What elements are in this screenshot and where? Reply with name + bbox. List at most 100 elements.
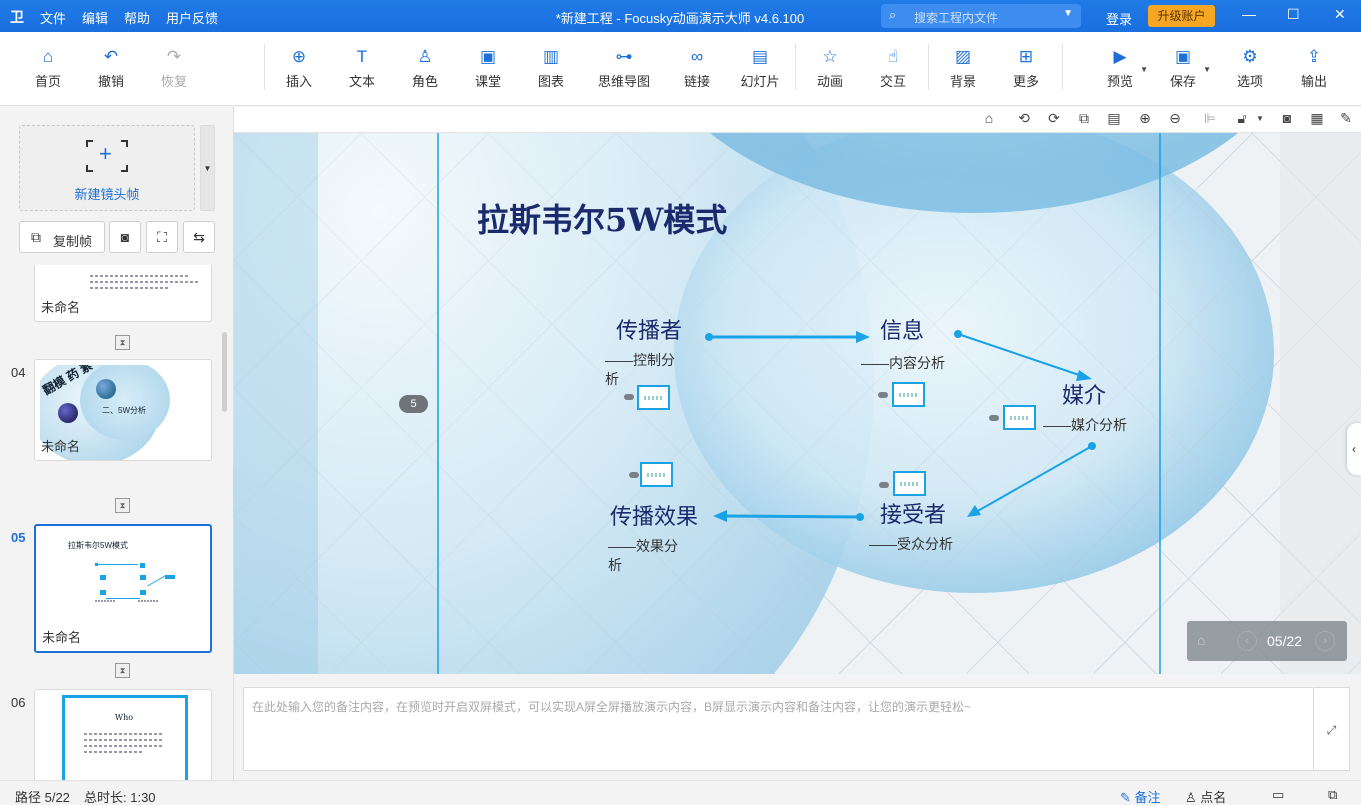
align-icon[interactable]: ⊫ [1200, 110, 1220, 127]
toolbar-mindmap-button[interactable]: ⊶ 思维导图 [594, 46, 654, 90]
toolbar-redo-button[interactable]: ↷ 恢复 [144, 46, 204, 90]
toolbar-insert-button[interactable]: ⊕ 插入 [269, 46, 329, 90]
lock-icon[interactable]: 🔓︎ [1232, 110, 1252, 127]
new-frame-dropdown[interactable]: ▼ [200, 125, 215, 211]
rollcall-button[interactable]: ♙ 点名 [1185, 787, 1226, 805]
mindmap-icon: ⊶ [615, 47, 633, 66]
notes-input[interactable]: 在此处输入您的备注内容，在预览时开启双屏模式，可以实现A屏全屏播放演示内容，B屏… [243, 687, 1314, 771]
settings-icon[interactable]: ▦ [1307, 110, 1327, 127]
thumb-caption: 二、5W分析 [102, 406, 146, 415]
toolbar-animation-button[interactable]: ☆ 动画 [800, 46, 860, 90]
menu-help[interactable]: 帮助 [124, 8, 150, 27]
popout-icon[interactable]: ⧉ [1328, 787, 1337, 803]
chevron-down-icon[interactable]: ▼ [1203, 65, 1211, 74]
paste-icon[interactable]: ▤ [1104, 110, 1124, 127]
mini-label [624, 394, 634, 400]
node-message-sub[interactable]: ——内容分析 [861, 354, 945, 373]
node-effect-sub-line1: ——效果分 [608, 538, 678, 554]
toolbar-more-button[interactable]: ⊞ 更多 [996, 46, 1056, 90]
menu-file[interactable]: 文件 [40, 8, 66, 27]
node-effect-sub[interactable]: ——效果分 析 [608, 537, 678, 575]
frame-thumb[interactable]: 未命名 [34, 265, 212, 322]
copy-frame-button[interactable]: ⧉ 复制帧 [19, 221, 105, 253]
slide-title[interactable]: 拉斯韦尔5W模式 [477, 195, 727, 241]
camera-button[interactable]: ◙ [109, 221, 141, 253]
home-icon[interactable]: ⌂ [1197, 632, 1213, 648]
rotate-left-icon[interactable]: ⟲ [1014, 110, 1034, 127]
toolbar-home-button[interactable]: ⌂ 首页 [18, 46, 78, 90]
toolbar-undo-button[interactable]: ↶ 撤销 [81, 46, 141, 90]
mini-thumbnail[interactable] [640, 462, 673, 487]
frame-name: 未命名 [41, 300, 81, 315]
zoom-in-icon[interactable]: ⊕ [1135, 110, 1155, 127]
toolbar-label: 首页 [34, 74, 61, 89]
collapse-right-panel-button[interactable]: ‹ [1347, 423, 1361, 475]
switch-button[interactable]: ⇆ [183, 221, 215, 253]
search-box[interactable]: ⌕ 搜索工程内文件 ▼ [881, 4, 1081, 28]
chevron-down-icon[interactable]: ▼ [1063, 8, 1073, 19]
canvas-stage[interactable]: 拉斯韦尔5W模式 5 传播者 ——控制分 析 信息 ——内容分析 媒介 ——媒介… [234, 133, 1361, 674]
toolbar-options-button[interactable]: ⚙ 选项 [1220, 46, 1280, 90]
node-medium[interactable]: 媒介 [1062, 378, 1106, 410]
expand-notes-button[interactable]: ⤢ [1314, 687, 1350, 771]
edit-icon[interactable]: ✎ [1336, 110, 1356, 127]
node-receiver-sub[interactable]: ——受众分析 [869, 535, 953, 554]
node-message[interactable]: 信息 [880, 313, 924, 345]
node-effect[interactable]: 传播效果 [610, 499, 698, 531]
fit-frame-button[interactable]: ⛶ [146, 221, 178, 253]
menu-edit[interactable]: 编辑 [82, 8, 108, 27]
home-view-icon[interactable]: ⌂ [979, 110, 999, 126]
presentation-nav: ⌂ ‹ 05/22 › [1187, 621, 1347, 661]
chevron-down-icon[interactable]: ▼ [1250, 114, 1270, 123]
zoom-out-icon[interactable]: ⊖ [1165, 110, 1185, 127]
toolbar-export-button[interactable]: ⇪ 输出 [1284, 46, 1344, 90]
toolbar-slide-button[interactable]: ▤ 幻灯片 [730, 46, 790, 90]
chevron-down-icon[interactable]: ▼ [1140, 65, 1148, 74]
camera-icon[interactable]: ◙ [1277, 110, 1297, 126]
node-medium-sub[interactable]: ——媒介分析 [1043, 416, 1127, 435]
window-title: *新建工程 - Focusky动画演示大师 v4.6.100 [555, 11, 805, 26]
frame-list-scrollbar[interactable] [222, 332, 227, 412]
toolbar-background-button[interactable]: ▨ 背景 [933, 46, 993, 90]
new-frame-button[interactable]: + 新建镜头帧 [19, 125, 195, 211]
prev-page-button[interactable]: ‹ [1237, 631, 1257, 651]
node-receiver[interactable]: 接受者 [880, 497, 946, 529]
toolbar-link-button[interactable]: ∞ 链接 [667, 46, 727, 90]
frame-thumb-active[interactable]: 拉斯韦尔5W模式 未命名 [34, 524, 212, 653]
frame-thumb[interactable]: Who [34, 689, 212, 780]
toolbar-label: 更多 [1012, 74, 1039, 89]
frame-thumb[interactable]: 翻模 药 素 二、5W分析 未命名 [34, 359, 212, 461]
node-communicator-sub[interactable]: ——控制分 析 [605, 351, 675, 389]
export-icon: ⇪ [1306, 47, 1322, 66]
close-icon[interactable]: ✕ [1334, 6, 1346, 23]
search-input[interactable]: 搜索工程内文件 [914, 9, 998, 26]
toolbar-text-button[interactable]: T 文本 [332, 46, 392, 90]
rotate-right-icon[interactable]: ⟳ [1044, 110, 1064, 127]
mini-thumbnail[interactable] [893, 471, 926, 496]
next-page-button[interactable]: › [1315, 631, 1335, 651]
maximize-icon[interactable]: ☐ [1287, 6, 1300, 23]
notes-toggle-button[interactable]: ✎ 备注 [1120, 787, 1161, 805]
menu-feedback[interactable]: 用户反馈 [166, 8, 218, 27]
mini-thumbnail[interactable] [1003, 405, 1036, 430]
mini-thumbnail[interactable] [892, 382, 925, 407]
transition-icon[interactable]: ⧗ [115, 498, 130, 513]
toolbar-role-button[interactable]: ♙ 角色 [395, 46, 455, 90]
copy-icon[interactable]: ⧉ [1074, 110, 1094, 127]
frame-number-badge[interactable]: 5 [399, 395, 428, 413]
toolbar-preview-button[interactable]: ▶ 预览 ▼ [1090, 46, 1150, 90]
toolbar-interaction-button[interactable]: ☝ 交互 [863, 46, 923, 90]
toolbar-classroom-button[interactable]: ▣ 课堂 [458, 46, 518, 90]
transition-icon[interactable]: ⧗ [115, 663, 130, 678]
screen-icon[interactable]: ▭ [1272, 787, 1284, 803]
login-button[interactable]: 登录 [1106, 9, 1132, 28]
toolbar-save-button[interactable]: ▣ 保存 ▼ [1153, 46, 1213, 90]
mini-thumbnail[interactable] [637, 385, 670, 410]
toolbar-label: 文本 [348, 74, 375, 89]
upgrade-button[interactable]: 升级账户 [1148, 5, 1215, 27]
node-communicator[interactable]: 传播者 [616, 313, 682, 345]
copy-icon: ⧉ [31, 229, 41, 245]
toolbar-chart-button[interactable]: ▥ 图表 [521, 46, 581, 90]
transition-icon[interactable]: ⧗ [115, 335, 130, 350]
minimize-icon[interactable]: — [1242, 6, 1256, 22]
